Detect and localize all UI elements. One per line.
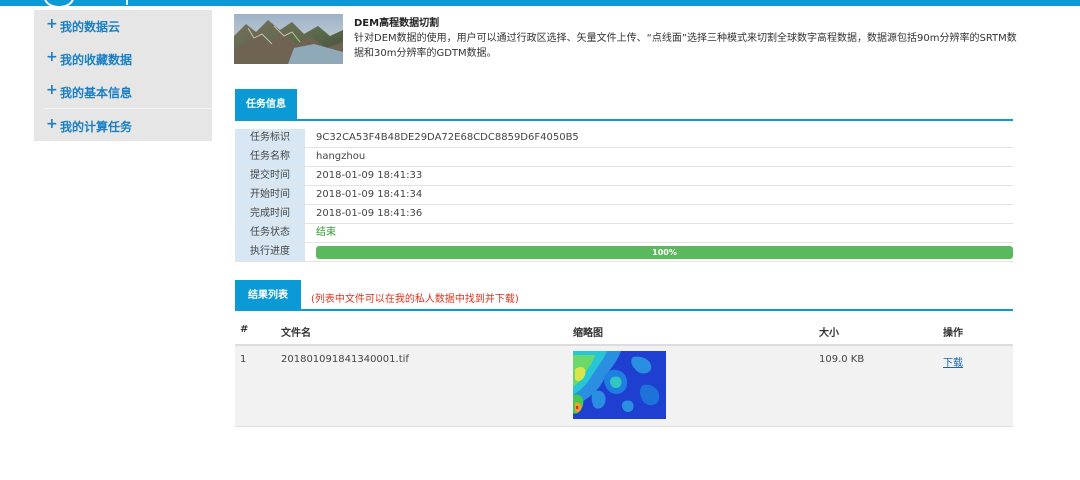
sidebar-item-label: 我的基本信息 bbox=[60, 86, 133, 100]
sidebar-item-data-cloud[interactable]: + 我的数据云 bbox=[34, 10, 212, 41]
logo-divider bbox=[126, 0, 128, 5]
sidebar: + 我的数据云 + 我的收藏数据 + 我的基本信息 + 我的计算任务 bbox=[34, 10, 212, 141]
info-row-start-time: 开始时间 2018-01-09 18:41:34 bbox=[235, 186, 1013, 205]
info-label: 开始时间 bbox=[235, 186, 305, 204]
column-header-index: # bbox=[240, 324, 249, 335]
finish-time-value: 2018-01-09 18:41:36 bbox=[316, 208, 423, 219]
plus-icon: + bbox=[46, 82, 58, 98]
sidebar-item-label: 我的收藏数据 bbox=[60, 53, 133, 67]
dem-result-thumbnail bbox=[573, 351, 666, 419]
dem-terrain-thumbnail bbox=[234, 14, 343, 64]
start-time-value: 2018-01-09 18:41:34 bbox=[316, 189, 423, 200]
result-table-header: # 文件名 缩略图 大小 操作 bbox=[235, 316, 1013, 346]
sidebar-item-label: 我的计算任务 bbox=[60, 120, 133, 134]
info-row-status: 任务状态 结束 bbox=[235, 224, 1013, 243]
sidebar-item-compute-tasks[interactable]: + 我的计算任务 bbox=[34, 110, 212, 141]
info-row-name: 任务名称 hangzhou bbox=[235, 148, 1013, 167]
tab-underline bbox=[235, 119, 1013, 121]
info-label: 提交时间 bbox=[235, 167, 305, 185]
column-header-thumbnail: 缩略图 bbox=[573, 328, 603, 339]
result-note: (列表中文件可以在我的私人数据中找到并下载) bbox=[311, 294, 519, 305]
tab-task-info[interactable]: 任务信息 bbox=[235, 89, 297, 120]
sidebar-item-label: 我的数据云 bbox=[60, 20, 121, 34]
row-filename: 201801091841340001.tif bbox=[281, 354, 409, 365]
info-label: 执行进度 bbox=[235, 243, 305, 261]
plus-icon: + bbox=[46, 116, 58, 132]
info-label: 完成时间 bbox=[235, 205, 305, 223]
column-header-filename: 文件名 bbox=[281, 328, 311, 339]
row-index: 1 bbox=[240, 354, 247, 365]
info-label: 任务名称 bbox=[235, 148, 305, 166]
table-row: 1 201801091841340001.tif 109.0 KB 下载 bbox=[235, 346, 1013, 427]
task-id-value: 9C32CA53F4B48DE29DA72E68CDC8859D6F4050B5 bbox=[316, 132, 579, 143]
progress-bar: 100% bbox=[316, 246, 1013, 259]
progress-text: 100% bbox=[652, 248, 677, 257]
info-label: 任务状态 bbox=[235, 224, 305, 242]
plus-icon: + bbox=[46, 49, 58, 65]
top-bar bbox=[0, 0, 1080, 8]
task-name-value: hangzhou bbox=[316, 151, 366, 162]
tab-underline bbox=[235, 309, 1013, 311]
info-label: 任务标识 bbox=[235, 129, 305, 147]
info-row-progress: 执行进度 100% bbox=[235, 243, 1013, 262]
logo bbox=[44, 0, 74, 8]
product-description: 针对DEM数据的使用，用户可以通过行政区选择、矢量文件上传、“点线面”选择三种模… bbox=[354, 33, 1017, 59]
row-size: 109.0 KB bbox=[819, 354, 865, 365]
sidebar-item-favorites[interactable]: + 我的收藏数据 bbox=[34, 43, 212, 74]
download-link[interactable]: 下载 bbox=[943, 354, 963, 369]
sidebar-item-profile[interactable]: + 我的基本信息 bbox=[34, 76, 212, 107]
submit-time-value: 2018-01-09 18:41:33 bbox=[316, 170, 423, 181]
plus-icon: + bbox=[46, 16, 58, 32]
sidebar-divider bbox=[44, 108, 212, 109]
product-title: DEM高程数据切割 bbox=[354, 18, 440, 29]
tab-result-list[interactable]: 结果列表 bbox=[235, 280, 301, 311]
info-row-finish-time: 完成时间 2018-01-09 18:41:36 bbox=[235, 205, 1013, 224]
column-header-size: 大小 bbox=[819, 328, 839, 339]
column-header-action: 操作 bbox=[943, 328, 963, 339]
info-row-id: 任务标识 9C32CA53F4B48DE29DA72E68CDC8859D6F4… bbox=[235, 129, 1013, 148]
status-value: 结束 bbox=[316, 227, 336, 238]
info-row-submit-time: 提交时间 2018-01-09 18:41:33 bbox=[235, 167, 1013, 186]
